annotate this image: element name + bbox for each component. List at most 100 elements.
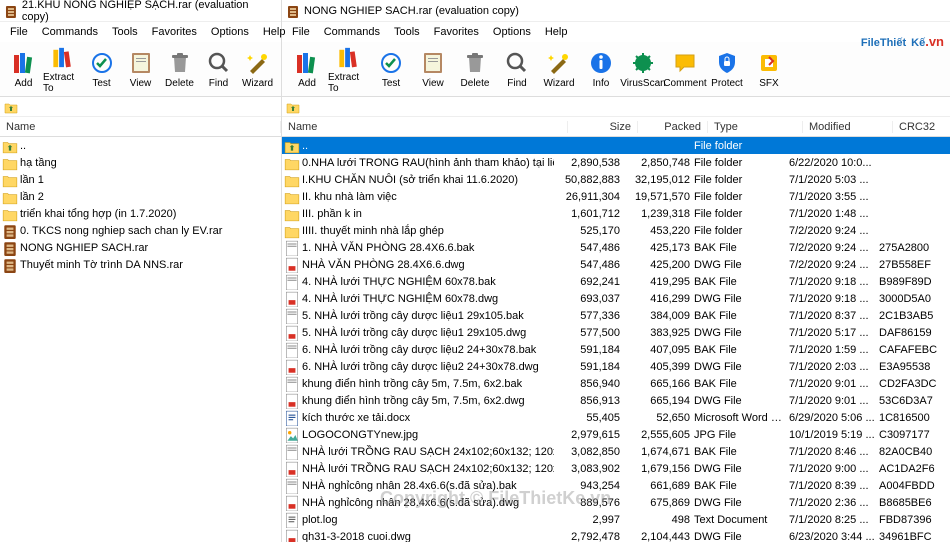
list-item[interactable]: 0. TKCS nong nghiep sach chan ly EV.rar xyxy=(0,222,281,239)
col-size[interactable]: Size xyxy=(568,121,638,133)
menu-commands[interactable]: Commands xyxy=(318,24,386,40)
list-item[interactable]: plot.log 2,997 498 Text Document 7/1/202… xyxy=(282,511,950,528)
list-item[interactable]: LOGOCONGTYnew.jpg 2,979,615 2,555,605 JP… xyxy=(282,426,950,443)
menu-tools[interactable]: Tools xyxy=(388,24,426,40)
col-crc[interactable]: CRC32 xyxy=(893,121,950,133)
file-name: 5. NHÀ lưới trồng cây dược liệu1 29x105.… xyxy=(284,308,554,324)
list-item[interactable]: .. xyxy=(0,137,281,154)
list-item[interactable]: 1. NHÀ VĂN PHÒNG 28.4X6.6.bak 547,486 42… xyxy=(282,239,950,256)
list-item[interactable]: 6. NHÀ lưới trồng cây dược liệu2 24+30x7… xyxy=(282,358,950,375)
col-type[interactable]: Type xyxy=(708,121,803,133)
delete-button[interactable]: Delete xyxy=(454,44,496,94)
find-button[interactable]: Find xyxy=(199,44,238,94)
file-packed: 425,173 xyxy=(624,242,694,254)
list-item[interactable]: III. phần k in 1,601,712 1,239,318 File … xyxy=(282,205,950,222)
file-packed: 2,850,748 xyxy=(624,157,694,169)
menu-options[interactable]: Options xyxy=(205,24,255,40)
col-modified[interactable]: Modified xyxy=(803,121,893,133)
list-item[interactable]: NHÀ nghỉcông nhân 28.4x6.6(s.đã sửa).bak… xyxy=(282,477,950,494)
list-item[interactable]: NHÀ lưới TRỒNG RAU SẠCH 24x102;60x132; 1… xyxy=(282,460,950,477)
file-size: 3,082,850 xyxy=(554,446,624,458)
list-item[interactable]: qh31-3-2018 cuoi.dwg 2,792,478 2,104,443… xyxy=(282,528,950,542)
menu-file[interactable]: File xyxy=(4,24,34,40)
file-crc: 2C1B3AB5 xyxy=(879,310,949,322)
col-name[interactable]: Name xyxy=(282,121,568,133)
menu-options[interactable]: Options xyxy=(487,24,537,40)
protect-button[interactable]: Protect xyxy=(706,44,748,94)
find-button[interactable]: Find xyxy=(496,44,538,94)
file-type: BAK File xyxy=(694,344,789,356)
list-item[interactable]: NHÀ VĂN PHÒNG 28.4X6.6.dwg 547,486 425,2… xyxy=(282,256,950,273)
sfx-button[interactable]: SFX xyxy=(748,44,790,94)
list-item[interactable]: NHÀ nghỉcông nhân 28.4x6.6(s.đã sửa).dwg… xyxy=(282,494,950,511)
file-type: DWG File xyxy=(694,259,789,271)
menubar-right: FileCommandsToolsFavoritesOptionsHelp xyxy=(282,22,950,42)
extract-button[interactable]: Extract To xyxy=(328,44,370,94)
delete-button[interactable]: Delete xyxy=(160,44,199,94)
comment-button[interactable]: Comment xyxy=(664,44,706,94)
list-item[interactable]: 5. NHÀ lưới trồng cây dược liệu1 29x105.… xyxy=(282,307,950,324)
file-type: DWG File xyxy=(694,463,789,475)
file-packed: 1,679,156 xyxy=(624,463,694,475)
info-button[interactable]: Info xyxy=(580,44,622,94)
pathbar-right[interactable] xyxy=(282,97,950,117)
list-item[interactable]: 4. NHÀ lưới THỰC NGHIỆM 60x78.dwg 693,03… xyxy=(282,290,950,307)
wizard-button[interactable]: Wizard xyxy=(538,44,580,94)
file-type: File folder xyxy=(694,208,789,220)
list-item[interactable]: 4. NHÀ lưới THỰC NGHIỆM 60x78.bak 692,24… xyxy=(282,273,950,290)
menu-favorites[interactable]: Favorites xyxy=(428,24,485,40)
pathbar-left[interactable] xyxy=(0,97,281,117)
file-name: lần 1 xyxy=(20,174,279,186)
file-packed: 52,650 xyxy=(624,412,694,424)
list-item[interactable]: IIII. thuyết minh nhà lắp ghép 525,170 4… xyxy=(282,222,950,239)
file-crc: C3097177 xyxy=(879,429,949,441)
col-packed[interactable]: Packed xyxy=(638,121,708,133)
list-item[interactable]: triển khai tổng hợp (in 1.7.2020) xyxy=(0,205,281,222)
view-button[interactable]: View xyxy=(412,44,454,94)
file-name: 0. TKCS nong nghiep sach chan ly EV.rar xyxy=(20,225,279,237)
menu-tools[interactable]: Tools xyxy=(106,24,144,40)
list-item[interactable]: lần 1 xyxy=(0,171,281,188)
list-item[interactable]: 6. NHÀ lưới trồng cây dược liệu2 24+30x7… xyxy=(282,341,950,358)
file-name: plot.log xyxy=(284,512,554,528)
file-type: BAK File xyxy=(694,276,789,288)
file-type: File folder xyxy=(694,140,789,152)
view-button[interactable]: View xyxy=(121,44,160,94)
menu-help[interactable]: Help xyxy=(539,24,574,40)
test-button[interactable]: Test xyxy=(370,44,412,94)
list-item[interactable]: NHÀ lưới TRỒNG RAU SẠCH 24x102;60x132; 1… xyxy=(282,443,950,460)
toolbar-left: AddExtract ToTestViewDeleteFindWizard xyxy=(0,42,281,97)
list-item[interactable]: kích thước xe tải.docx 55,405 52,650 Mic… xyxy=(282,409,950,426)
menu-commands[interactable]: Commands xyxy=(36,24,104,40)
menu-favorites[interactable]: Favorites xyxy=(146,24,203,40)
list-item[interactable]: .. File folder xyxy=(282,137,950,154)
file-packed: 384,009 xyxy=(624,310,694,322)
menu-file[interactable]: File xyxy=(286,24,316,40)
file-name: LOGOCONGTYnew.jpg xyxy=(284,427,554,443)
file-name: IIII. thuyết minh nhà lắp ghép xyxy=(284,223,554,239)
list-item[interactable]: II. khu nhà làm việc 26,911,304 19,571,5… xyxy=(282,188,950,205)
wizard-button[interactable]: Wizard xyxy=(238,44,277,94)
col-name[interactable]: Name xyxy=(0,121,281,133)
list-item[interactable]: khung điển hình trồng cây 5m, 7.5m, 6x2.… xyxy=(282,375,950,392)
list-item[interactable]: khung điển hình trồng cây 5m, 7.5m, 6x2.… xyxy=(282,392,950,409)
virus-button[interactable]: VirusScan xyxy=(622,44,664,94)
file-size: 547,486 xyxy=(554,259,624,271)
file-packed: 1,674,671 xyxy=(624,446,694,458)
list-item[interactable]: Thuyết minh Tờ trình DA NNS.rar xyxy=(0,256,281,273)
add-button[interactable]: Add xyxy=(286,44,328,94)
list-item[interactable]: NONG NGHIEP SACH.rar xyxy=(0,239,281,256)
list-item[interactable]: lần 2 xyxy=(0,188,281,205)
extract-button[interactable]: Extract To xyxy=(43,44,82,94)
test-button[interactable]: Test xyxy=(82,44,121,94)
file-name: NHÀ VĂN PHÒNG 28.4X6.6.dwg xyxy=(284,257,554,273)
list-item[interactable]: hạ tầng xyxy=(0,154,281,171)
list-item[interactable]: 5. NHÀ lưới trồng cây dược liệu1 29x105.… xyxy=(282,324,950,341)
button-label: Protect xyxy=(711,78,743,89)
file-name: 4. NHÀ lưới THỰC NGHIỆM 60x78.bak xyxy=(284,274,554,290)
file-size: 856,940 xyxy=(554,378,624,390)
list-item[interactable]: I.KHU CHĂN NUÔI (sở triển khai 11.6.2020… xyxy=(282,171,950,188)
list-item[interactable]: 0.NHA lưới TRONG RAU(hình ảnh tham khảo)… xyxy=(282,154,950,171)
file-name: III. phần k in xyxy=(284,206,554,222)
add-button[interactable]: Add xyxy=(4,44,43,94)
